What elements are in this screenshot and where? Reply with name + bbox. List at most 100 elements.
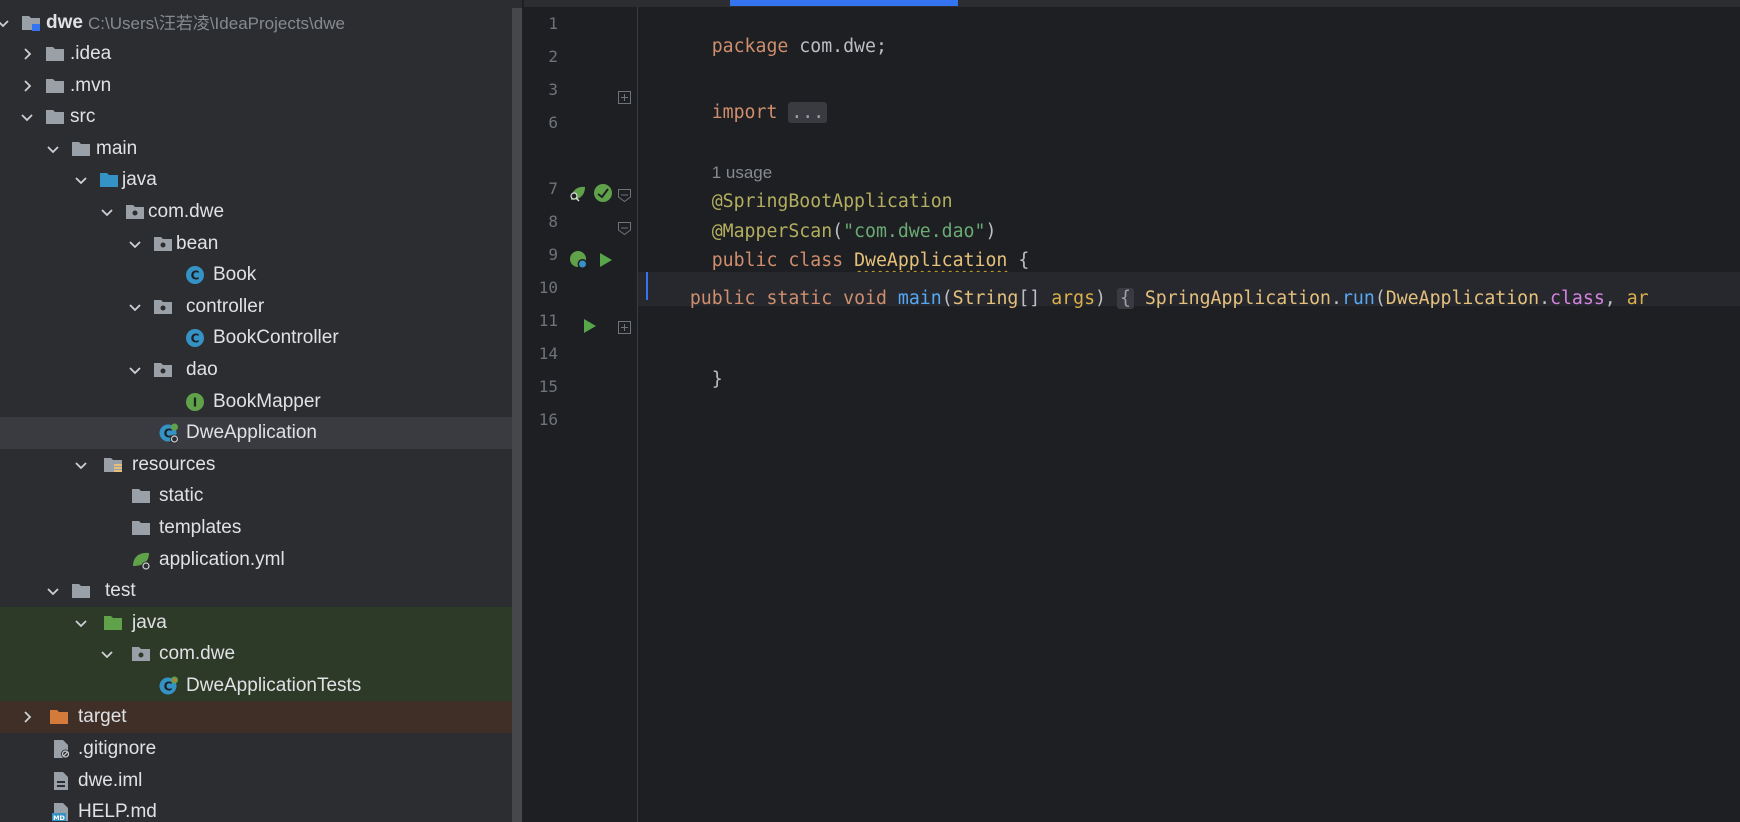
code-line[interactable]: @SpringBootApplication bbox=[646, 169, 953, 212]
run-icon[interactable] bbox=[599, 252, 613, 273]
chevron-down-icon[interactable] bbox=[100, 205, 114, 219]
chevron-down-icon[interactable] bbox=[74, 173, 88, 187]
chevron-down-icon[interactable] bbox=[74, 616, 88, 630]
root-label: dwe bbox=[46, 12, 83, 33]
svg-text:C: C bbox=[191, 269, 200, 283]
svg-text:C: C bbox=[164, 679, 173, 693]
svg-text:C: C bbox=[191, 332, 200, 346]
chevron-down-icon[interactable] bbox=[20, 110, 34, 124]
tree-item-test-com-dwe[interactable]: com.dwe bbox=[0, 638, 522, 670]
tree-item-test-java[interactable]: java bbox=[0, 606, 522, 639]
code-editor[interactable]: 1 2 3 6 7 8 9 10 11 14 15 16 package com… bbox=[524, 0, 1740, 822]
folder-icon bbox=[70, 580, 92, 602]
code-area[interactable]: package com.dwe; import ... 1 usage @Spr… bbox=[638, 7, 1740, 822]
tree-item-main-java[interactable]: java bbox=[0, 164, 522, 196]
tree-item-help-md[interactable]: MD HELP.md bbox=[0, 796, 522, 822]
tree-item-mvn[interactable]: .mvn bbox=[0, 70, 522, 102]
tree-item-label: com.dwe bbox=[148, 200, 225, 222]
tree-item-dwe-root[interactable]: dwe C:\Users\汪若凌\IdeaProjects\dwe bbox=[0, 8, 522, 38]
tree-item-idea[interactable]: .idea bbox=[0, 38, 522, 70]
spring-bean-icon[interactable] bbox=[592, 182, 614, 209]
code-line[interactable]: public class DweApplication { bbox=[646, 228, 1030, 271]
comma: , bbox=[1604, 288, 1627, 309]
parameter: ar bbox=[1626, 288, 1649, 309]
line-number: 14 bbox=[538, 344, 558, 363]
tree-item-target[interactable]: target bbox=[0, 701, 522, 734]
fold-collapse-icon[interactable] bbox=[618, 222, 631, 235]
tree-item-label: BookController bbox=[213, 327, 339, 349]
excluded-folder-icon bbox=[48, 706, 70, 728]
paren: ( bbox=[1374, 288, 1386, 309]
code-line[interactable]: } bbox=[646, 347, 723, 390]
dot: . bbox=[1539, 288, 1551, 309]
chevron-down-icon[interactable] bbox=[74, 458, 88, 472]
module-file-icon bbox=[50, 770, 72, 792]
tree-item-label: target bbox=[78, 706, 127, 728]
run-main-icon[interactable] bbox=[583, 318, 597, 339]
chevron-down-icon[interactable] bbox=[128, 237, 142, 251]
code-line[interactable]: package com.dwe; bbox=[646, 14, 887, 57]
line-number: 9 bbox=[548, 245, 558, 264]
tree-item-dwe-iml[interactable]: dwe.iml bbox=[0, 765, 522, 797]
tree-item-application-yml[interactable]: application.yml bbox=[0, 544, 522, 576]
tree-item-dweapplication[interactable]: C DweApplication bbox=[0, 417, 522, 449]
fold-expand-icon[interactable] bbox=[618, 321, 631, 334]
chevron-down-icon[interactable] bbox=[46, 584, 60, 598]
ignore-file-icon bbox=[50, 738, 72, 760]
chevron-down-icon[interactable] bbox=[128, 300, 142, 314]
folder-icon bbox=[130, 485, 152, 507]
parameter: args bbox=[1051, 288, 1096, 309]
fold-collapse-icon[interactable] bbox=[618, 189, 631, 202]
tree-item-gitignore[interactable]: .gitignore bbox=[0, 733, 522, 765]
keyword: package bbox=[711, 36, 789, 57]
spring-bean-icon[interactable] bbox=[568, 249, 590, 276]
tree-item-src[interactable]: src bbox=[0, 101, 522, 133]
chevron-right-icon[interactable] bbox=[20, 79, 34, 93]
chevron-right-icon[interactable] bbox=[20, 47, 34, 61]
find-usages-icon[interactable] bbox=[568, 183, 588, 208]
tree-scrollbar[interactable] bbox=[512, 8, 522, 822]
tree-item-bookcontroller[interactable]: C BookController bbox=[0, 322, 522, 354]
tree-item-dweapplicationtests[interactable]: C DweApplicationTests bbox=[0, 669, 522, 702]
tree-item-resources[interactable]: resources bbox=[0, 449, 522, 481]
tree-item-static[interactable]: static bbox=[0, 480, 522, 512]
tree-item-label: resources bbox=[132, 453, 216, 475]
tree-item-label: dao bbox=[186, 358, 218, 380]
line-number: 10 bbox=[538, 278, 558, 297]
chevron-down-icon[interactable] bbox=[128, 363, 142, 377]
tree-scrollbar-thumb[interactable] bbox=[512, 8, 522, 822]
dot: . bbox=[1331, 288, 1342, 309]
tree-item-templates[interactable]: templates bbox=[0, 512, 522, 544]
editor-tab-strip[interactable] bbox=[524, 0, 1740, 7]
fold-expand-icon[interactable] bbox=[618, 91, 631, 104]
package-icon bbox=[152, 233, 174, 255]
tree-item-com-dwe[interactable]: com.dwe bbox=[0, 196, 522, 228]
tree-item-label: src bbox=[70, 106, 96, 128]
folded-method-body[interactable]: { bbox=[1116, 288, 1134, 309]
code-line[interactable]: public static void main(String[] args) {… bbox=[646, 288, 1649, 321]
code-line[interactable]: import ... bbox=[646, 80, 828, 123]
brackets: [] bbox=[1018, 288, 1052, 309]
tree-item-bean[interactable]: bean bbox=[0, 228, 522, 260]
chevron-down-icon[interactable] bbox=[0, 16, 10, 30]
tree-item-main[interactable]: main bbox=[0, 133, 522, 165]
spring-config-icon bbox=[130, 549, 152, 571]
tree-item-dao[interactable]: dao bbox=[0, 354, 522, 386]
chevron-down-icon[interactable] bbox=[46, 142, 60, 156]
line-number: 8 bbox=[548, 212, 558, 231]
class-icon: C bbox=[184, 264, 206, 286]
keyword: class bbox=[788, 250, 844, 271]
tree-item-label: com.dwe bbox=[159, 643, 236, 665]
tree-item-bookmapper[interactable]: I BookMapper bbox=[0, 386, 522, 418]
class-icon: C bbox=[184, 327, 206, 349]
tree-item-book[interactable]: C Book bbox=[0, 259, 522, 291]
tree-item-label: templates bbox=[159, 516, 242, 538]
tree-item-controller[interactable]: controller bbox=[0, 291, 522, 323]
folded-imports[interactable]: ... bbox=[788, 102, 828, 123]
editor-gutter[interactable]: 1 2 3 6 7 8 9 10 11 14 15 16 bbox=[524, 7, 638, 822]
tree-item-test[interactable]: test bbox=[0, 575, 522, 607]
tree-item-label: .idea bbox=[70, 43, 112, 64]
chevron-down-icon[interactable] bbox=[100, 647, 114, 661]
line-number: 15 bbox=[538, 377, 558, 396]
chevron-right-icon[interactable] bbox=[20, 710, 34, 724]
